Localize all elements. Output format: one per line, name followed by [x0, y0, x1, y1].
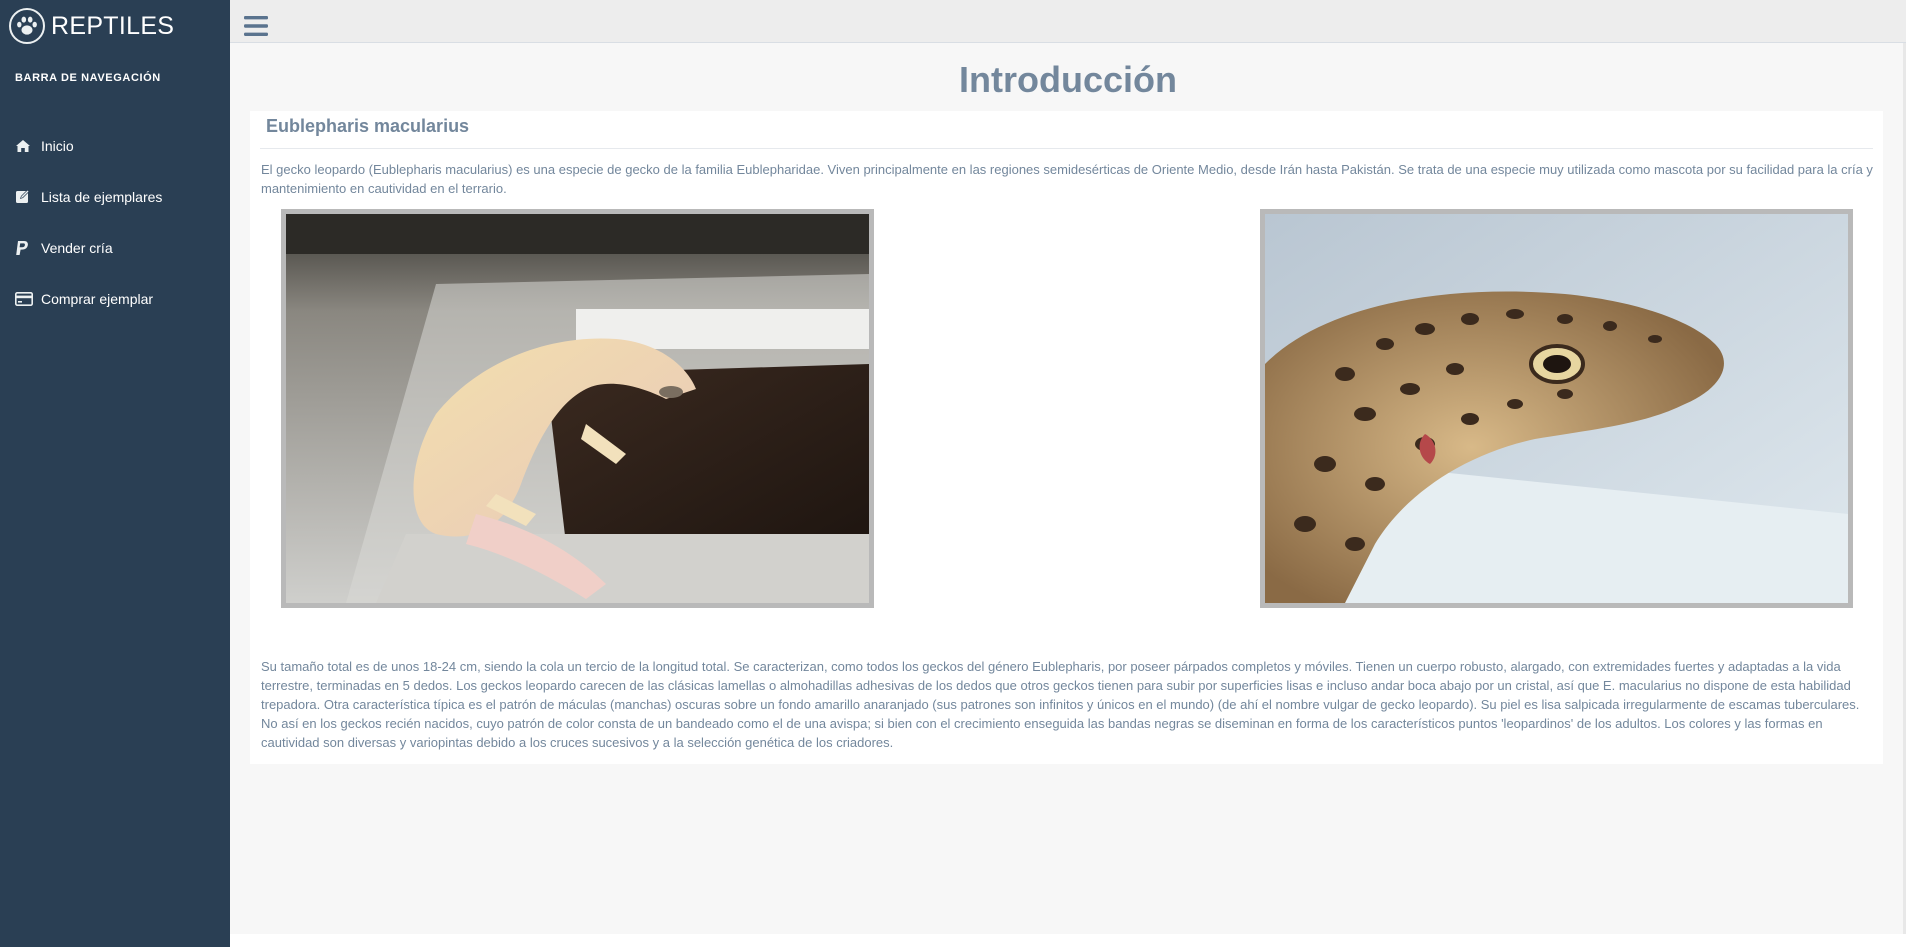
gecko-photo-closeup — [1260, 209, 1853, 608]
top-nav — [230, 0, 1906, 43]
sidebar-item-label: Vender cría — [41, 239, 113, 256]
sidebar-item-lista-de-ejemplares[interactable]: Lista de ejemplares — [0, 171, 230, 222]
intro-paragraph: El gecko leopardo (Eublepharis maculariu… — [261, 162, 1873, 196]
nav-heading: BARRA DE NAVEGACIÓN — [15, 72, 161, 84]
main-content: Introducción Eublepharis macularius El g… — [230, 43, 1906, 934]
sidebar-item-label: Lista de ejemplares — [41, 188, 163, 205]
sidebar-item-label: Inicio — [41, 137, 74, 154]
description-paragraph: Su tamaño total es de unos 18-24 cm, sie… — [261, 659, 1860, 750]
nav-list: Inicio Lista de ejemplares Vender cría C… — [0, 120, 230, 324]
sidebar: REPTILES BARRA DE NAVEGACIÓN Inicio List… — [0, 0, 230, 947]
divider — [260, 148, 1873, 149]
paw-icon — [9, 8, 45, 44]
edit-icon — [15, 189, 35, 204]
content-panel: Eublepharis macularius El gecko leopardo… — [250, 111, 1883, 764]
brand-title: REPTILES — [51, 11, 175, 40]
brand[interactable]: REPTILES — [0, 0, 230, 52]
panel-title: Eublepharis macularius — [266, 116, 470, 136]
footer-strip — [230, 934, 1906, 947]
credit-card-icon — [15, 291, 35, 306]
hamburger-icon[interactable] — [244, 16, 268, 37]
home-icon — [15, 139, 35, 153]
gecko-photo-terrarium — [281, 209, 874, 608]
paypal-icon — [15, 240, 35, 256]
sidebar-item-comprar-ejemplar[interactable]: Comprar ejemplar — [0, 273, 230, 324]
sidebar-item-vender-cria[interactable]: Vender cría — [0, 222, 230, 273]
sidebar-item-label: Comprar ejemplar — [41, 290, 154, 307]
page-title: Introducción — [959, 59, 1177, 100]
sidebar-item-inicio[interactable]: Inicio — [0, 120, 230, 171]
